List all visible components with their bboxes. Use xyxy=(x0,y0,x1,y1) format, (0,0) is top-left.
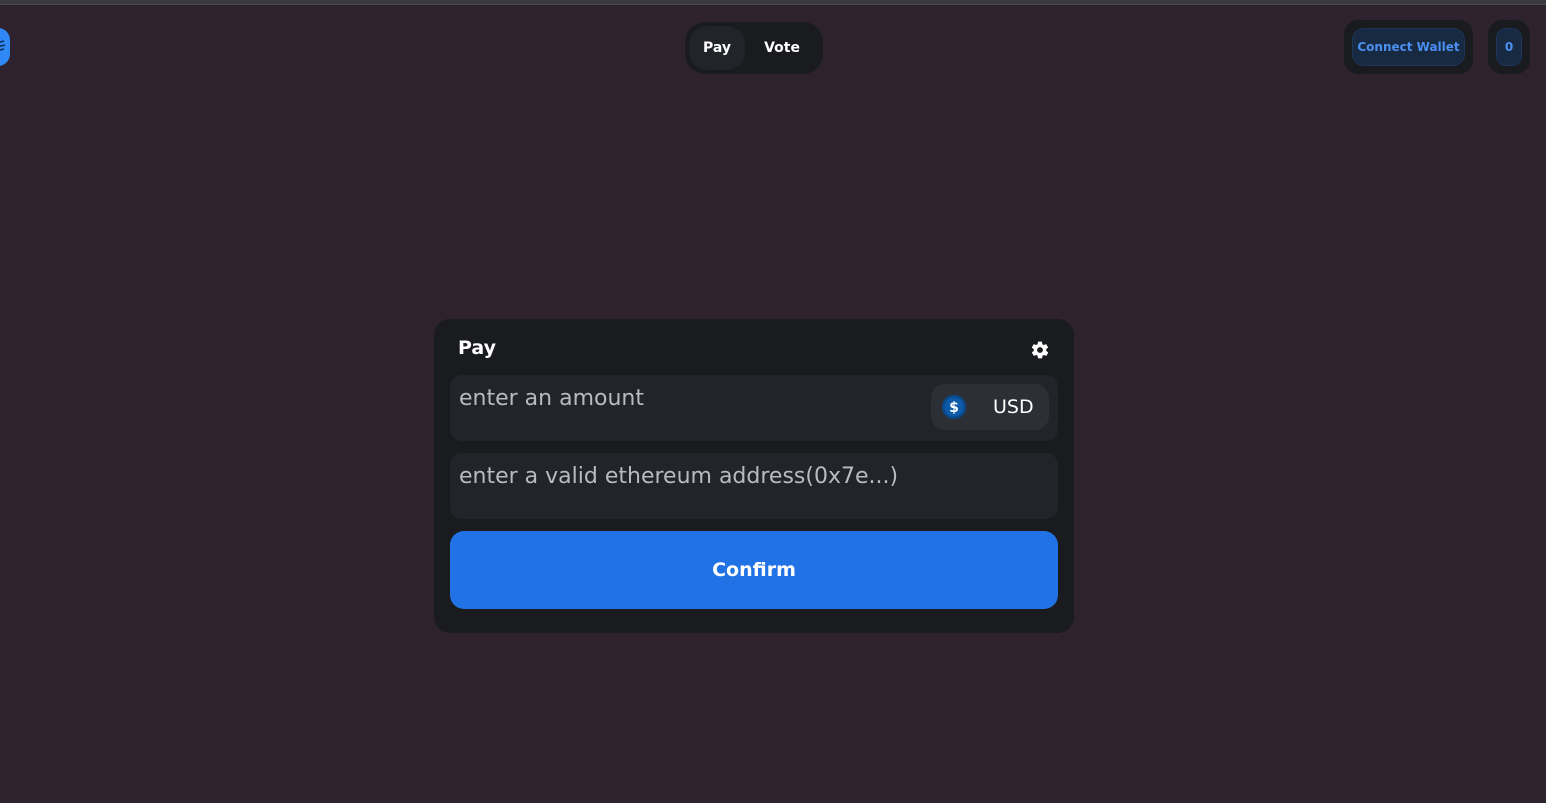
pay-card: Pay $ USD Confirm xyxy=(434,319,1074,633)
wallet-container: Connect Wallet xyxy=(1344,20,1473,74)
counter-button[interactable]: 0 xyxy=(1496,28,1522,66)
svg-text:$: $ xyxy=(949,400,959,416)
amount-field-container: $ USD xyxy=(450,375,1058,441)
currency-selector[interactable]: $ USD xyxy=(931,384,1049,430)
logo-icon xyxy=(0,40,6,51)
tab-pay[interactable]: Pay xyxy=(689,26,745,70)
confirm-button[interactable]: Confirm xyxy=(450,531,1058,609)
address-field-container xyxy=(450,453,1058,519)
card-title: Pay xyxy=(458,337,497,359)
counter-container: 0 xyxy=(1488,20,1530,74)
tab-vote[interactable]: Vote xyxy=(745,26,819,70)
top-nav: Pay Vote xyxy=(685,22,823,74)
currency-label: USD xyxy=(993,396,1034,418)
amount-input[interactable] xyxy=(459,383,909,413)
address-input[interactable] xyxy=(459,461,1039,491)
dollar-coin-icon: $ xyxy=(942,395,966,419)
browser-top-border xyxy=(0,0,1546,5)
connect-wallet-button[interactable]: Connect Wallet xyxy=(1352,28,1465,66)
settings-gear-icon[interactable] xyxy=(1030,340,1050,360)
app-logo[interactable] xyxy=(0,28,10,66)
